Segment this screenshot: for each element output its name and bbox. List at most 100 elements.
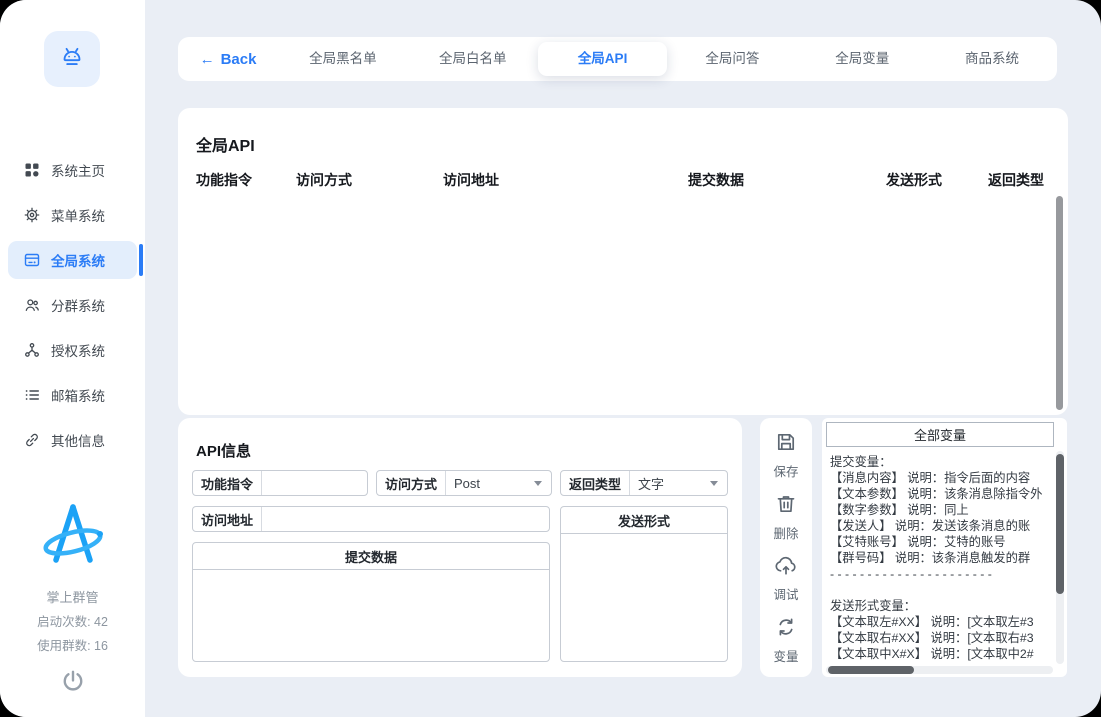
method-select-label: 访问方式 xyxy=(377,474,445,493)
action-toolbar: 保存 删除 调试 变量 xyxy=(760,418,812,677)
chevron-down-icon xyxy=(710,481,718,490)
app-name: 掌上群管 xyxy=(0,587,145,606)
variables-button[interactable]: 变量 xyxy=(773,615,798,665)
vertical-scrollbar-thumb[interactable] xyxy=(1056,454,1064,594)
column-header-command: 功能指令 xyxy=(196,170,252,190)
column-header-return-type: 返回类型 xyxy=(988,170,1044,190)
list-icon xyxy=(23,387,40,404)
app-window: 系统主页 菜单系统 全局系统 分群系统 xyxy=(0,0,1101,717)
variable-line: 【文本取中X#X】 说明：[文本取中2# xyxy=(830,646,1050,662)
sidebar-item-menu-system[interactable]: 菜单系统 xyxy=(8,196,137,234)
variable-line: 【数字参数】 说明：同上 xyxy=(830,502,1050,518)
method-select[interactable]: 访问方式 Post xyxy=(376,470,552,496)
debug-button[interactable]: 调试 xyxy=(773,553,799,603)
sidebar-item-other-info[interactable]: 其他信息 xyxy=(8,421,137,459)
form-title: API信息 xyxy=(196,440,251,461)
address-input[interactable] xyxy=(262,507,549,531)
variables-panel-title: 全部变量 xyxy=(826,422,1054,447)
send-format-box: 发送形式 xyxy=(560,506,728,662)
app-logo-badge xyxy=(44,31,100,87)
users-icon xyxy=(23,297,40,314)
submit-data-box: 提交数据 xyxy=(192,542,550,662)
address-field: 访问地址 xyxy=(192,506,550,532)
gear-icon xyxy=(23,207,40,224)
column-header-address: 访问地址 xyxy=(443,170,499,190)
debug-button-label: 调试 xyxy=(773,584,798,603)
sidebar-item-label: 全局系统 xyxy=(51,250,105,270)
variable-line: 发送形式变量： xyxy=(830,598,1050,614)
link-icon xyxy=(23,432,40,449)
cloud-debug-icon xyxy=(773,553,799,580)
return-type-select[interactable]: 返回类型 文字 xyxy=(560,470,728,496)
tab-bar: ← Back 全局黑名单 全局白名单 全局API 全局问答 全局变量 商品系统 xyxy=(178,37,1057,81)
delete-button[interactable]: 删除 xyxy=(773,492,798,542)
group-count: 使用群数: 16 xyxy=(0,635,145,654)
sidebar-footer: 掌上群管 启动次数: 42 使用群数: 16 xyxy=(0,498,145,699)
address-field-label: 访问地址 xyxy=(193,510,261,529)
back-button[interactable]: ← Back xyxy=(178,51,278,68)
return-type-select-label: 返回类型 xyxy=(561,474,629,493)
back-button-label: Back xyxy=(221,51,257,68)
global-api-panel: 全局API 功能指令 访问方式 访问地址 提交数据 发送形式 返回类型 xyxy=(178,108,1068,415)
variables-panel: 全部变量 提交变量： 【消息内容】 说明：指令后面的内容 【文本参数】 说明：该… xyxy=(822,418,1067,677)
sidebar: 系统主页 菜单系统 全局系统 分群系统 xyxy=(0,0,145,717)
tab-global-qa[interactable]: 全局问答 xyxy=(667,42,797,76)
sidebar-item-group-system[interactable]: 分群系统 xyxy=(8,286,137,324)
share-icon xyxy=(23,342,40,359)
tab-global-variables[interactable]: 全局变量 xyxy=(797,42,927,76)
submit-data-header: 提交数据 xyxy=(193,543,549,570)
send-format-textarea[interactable] xyxy=(561,534,727,661)
save-button-label: 保存 xyxy=(773,461,798,480)
variable-line xyxy=(830,582,1050,598)
trash-icon xyxy=(774,492,798,519)
submit-data-textarea[interactable] xyxy=(193,570,549,661)
variables-button-label: 变量 xyxy=(773,646,798,665)
sidebar-item-label: 菜单系统 xyxy=(51,205,105,225)
sidebar-item-system-home[interactable]: 系统主页 xyxy=(8,151,137,189)
variables-refresh-icon xyxy=(774,615,798,642)
variable-line: 【群号码】 说明：该条消息触发的群 xyxy=(830,550,1050,566)
command-input[interactable] xyxy=(262,471,367,495)
chevron-down-icon xyxy=(534,481,542,490)
sidebar-item-auth-system[interactable]: 授权系统 xyxy=(8,331,137,369)
launch-count: 启动次数: 42 xyxy=(0,611,145,630)
arrow-left-icon: ← xyxy=(200,51,215,68)
column-header-method: 访问方式 xyxy=(296,170,352,190)
variable-line: 提交变量： xyxy=(830,454,1050,470)
save-button[interactable]: 保存 xyxy=(773,430,798,480)
delete-button-label: 删除 xyxy=(773,523,798,542)
screen: 系统主页 菜单系统 全局系统 分群系统 xyxy=(0,0,1101,717)
column-header-submit-data: 提交数据 xyxy=(688,170,744,190)
sidebar-item-global-system[interactable]: 全局系统 xyxy=(8,241,137,279)
sidebar-nav: 系统主页 菜单系统 全局系统 分群系统 xyxy=(8,151,137,459)
panel-title: 全局API xyxy=(196,132,255,156)
vertical-scrollbar-track xyxy=(1056,451,1064,664)
power-icon xyxy=(60,668,86,699)
tab-global-blacklist[interactable]: 全局黑名单 xyxy=(278,42,408,76)
horizontal-scrollbar-thumb[interactable] xyxy=(828,666,914,674)
horizontal-scrollbar-track xyxy=(826,666,1053,674)
table-scrollbar-thumb[interactable] xyxy=(1056,196,1063,410)
variable-line: 【消息内容】 说明：指令后面的内容 xyxy=(830,470,1050,486)
power-button[interactable] xyxy=(57,667,89,699)
variable-line: 【发送人】 说明：发送该条消息的账 xyxy=(830,518,1050,534)
sidebar-item-label: 其他信息 xyxy=(51,430,105,450)
tab-global-whitelist[interactable]: 全局白名单 xyxy=(408,42,538,76)
sidebar-item-label: 系统主页 xyxy=(51,160,105,180)
tab-global-api[interactable]: 全局API xyxy=(538,42,668,76)
sidebar-item-mail-system[interactable]: 邮箱系统 xyxy=(8,376,137,414)
atom-logo xyxy=(0,498,145,583)
save-icon xyxy=(774,430,798,457)
method-select-value: Post xyxy=(446,476,534,491)
grid-icon xyxy=(23,162,40,179)
tab-product-system[interactable]: 商品系统 xyxy=(927,42,1057,76)
sidebar-item-label: 邮箱系统 xyxy=(51,385,105,405)
command-field: 功能指令 xyxy=(192,470,368,496)
android-robot-icon xyxy=(57,42,87,77)
variable-line: - - - - - - - - - - - - - - - - - - - - … xyxy=(830,566,1050,582)
variable-line: 【文本取右#XX】 说明：[文本取右#3 xyxy=(830,630,1050,646)
command-field-label: 功能指令 xyxy=(193,474,261,493)
window-edit-icon xyxy=(23,252,40,269)
send-format-header: 发送形式 xyxy=(561,507,727,534)
column-header-send-format: 发送形式 xyxy=(886,170,942,190)
